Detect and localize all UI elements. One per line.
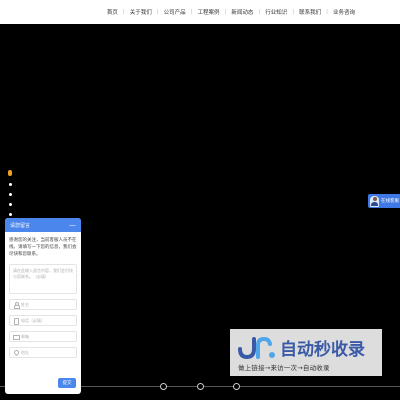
mail-icon [13,334,20,340]
watermark-title: 自动秒收录 [280,340,365,360]
slider-pagination [8,170,12,223]
watermark-subtitle: 做上链接→来访一次→自动收录 [238,364,330,372]
slider-dot[interactable] [8,213,12,216]
submit-button[interactable]: 提交 [58,378,76,388]
slider-dot[interactable] [8,183,12,186]
slider-dot[interactable] [8,193,12,196]
timeline-node[interactable] [197,383,204,390]
minimize-icon[interactable]: — [69,221,76,229]
email-field[interactable]: 邮箱 [9,331,77,342]
address-field[interactable]: 地址 [9,347,77,358]
message-panel-body: 感谢您的关注，当前客服人员不在线，请填写一下您的信息，我们会尽快和您联系。 请在… [5,232,81,358]
phone-icon [13,318,19,325]
nav-item-news[interactable]: 新闻动态 [226,8,258,16]
watermark-logo-icon [238,336,275,360]
offline-notice: 感谢您的关注，当前客服人员不在线，请填写一下您的信息，我们会尽快和您联系。 [9,238,77,257]
phone-field-placeholder: 电话（必填） [21,317,45,323]
watermark-overlay: 自动秒收录 做上链接→来访一次→自动收录 [230,329,382,376]
online-consult-label: 在线客服 [381,199,399,204]
message-panel-header: 请您留言 — [5,218,81,232]
message-panel-title: 请您留言 [10,222,31,229]
timeline-node[interactable] [233,383,240,390]
email-field-placeholder: 邮箱 [21,333,29,339]
phone-field[interactable]: 电话（必填） [9,315,77,326]
nav-item-home[interactable]: 首页 [102,8,123,16]
nav-item-consult[interactable]: 业务咨询 [328,8,360,16]
nav-item-products[interactable]: 公司产品 [159,8,191,16]
slider-dot[interactable] [8,203,12,206]
nav-item-contact[interactable]: 联系我们 [294,8,326,16]
nav-item-about[interactable]: 关于我们 [125,8,157,16]
top-navigation-bar: 首页 | 关于我们 | 公司产品 | 工程案例 | 新闻动态 | 行业知识 | … [0,0,400,24]
slider-dot-active[interactable] [8,170,12,176]
nav-item-cases[interactable]: 工程案例 [192,8,224,16]
main-nav: 首页 | 关于我们 | 公司产品 | 工程案例 | 新闻动态 | 行业知识 | … [102,0,360,24]
message-textarea[interactable]: 请在此输入留言内容，我们会尽快与您联系。（必填） [9,264,77,294]
user-icon [13,302,20,309]
name-field[interactable]: 姓名 [9,299,77,310]
name-field-placeholder: 姓名 [21,301,29,307]
location-icon [13,350,18,355]
address-field-placeholder: 地址 [21,349,29,355]
timeline-node[interactable] [160,383,167,390]
agent-avatar-icon [370,195,379,207]
online-consult-button[interactable]: 在线客服 [368,194,400,208]
nav-item-knowledge[interactable]: 行业知识 [260,8,292,16]
message-panel: 请您留言 — 感谢您的关注，当前客服人员不在线，请填写一下您的信息，我们会尽快和… [5,218,81,394]
